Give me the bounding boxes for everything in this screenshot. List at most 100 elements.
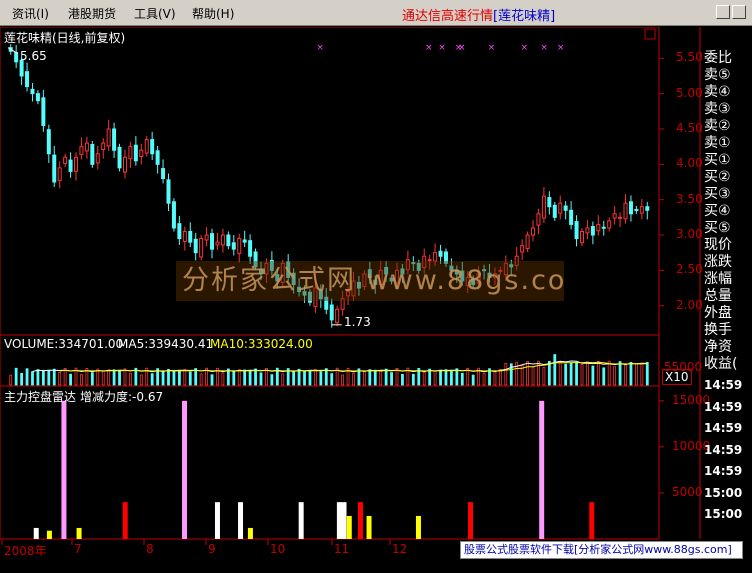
candle-body: [177, 223, 182, 240]
volume-bar: [308, 370, 312, 386]
candle-body: [607, 220, 612, 229]
volume-bar: [69, 373, 72, 386]
candle-body: [166, 179, 171, 204]
volume-bar: [58, 372, 62, 386]
quote-field-label: 收益(: [704, 356, 738, 372]
quote-field-label: 换手: [704, 322, 732, 338]
time-tick-label: 8: [146, 542, 154, 556]
candle-body: [144, 139, 149, 154]
signal-marker-icon: ×: [458, 43, 466, 53]
indicator-metric-label: 增减力度:-0.67: [80, 390, 164, 404]
candle-body: [35, 93, 40, 102]
tick-time: 14:59: [704, 378, 743, 392]
ma5-label: MA5:339430.41: [118, 337, 214, 351]
candle-body: [57, 167, 62, 182]
candle-body: [133, 144, 138, 162]
volume-bar: [232, 370, 236, 386]
volume-label: VOLUME:334701.00: [4, 337, 124, 351]
candle-body: [90, 144, 95, 165]
quote-field-label: 卖③: [704, 101, 731, 117]
tick-time: 15:00: [704, 485, 743, 500]
tick-time: 14:59: [704, 421, 743, 435]
signal-marker-icon: ×: [488, 43, 496, 53]
high-price-label: 5.65: [20, 49, 47, 63]
quote-panel: 委比 卖⑤ 卖④ 卖③ 卖② 卖① 买① 买② 买③ 买④ 买⑤ 现价 涨跌 涨幅 总量 外盘 换手 净资 收益( …: [704, 50, 752, 526]
candle-body: [628, 201, 633, 215]
signal-marker-icon: ×: [425, 43, 433, 53]
volume-bar: [411, 373, 415, 386]
volume-bar: [161, 371, 165, 386]
volume-bar: [292, 371, 296, 386]
volume-bar: [596, 360, 600, 386]
quote-field-label: 买②: [704, 169, 731, 185]
close-icon[interactable]: [732, 5, 746, 19]
volume-bar: [455, 368, 459, 386]
indicator-bar: [61, 400, 67, 539]
volume-bar: [586, 361, 589, 386]
candle-body: [335, 308, 340, 324]
volume-bar: [123, 368, 127, 386]
volume-bar: [634, 363, 638, 386]
volume-bar: [640, 363, 644, 386]
volume-bar: [422, 372, 426, 386]
volume-bar: [428, 368, 432, 386]
indicator-bar: [336, 502, 342, 539]
volume-bar: [569, 362, 573, 386]
indicator-bar: [122, 502, 128, 539]
menu-tools[interactable]: 工具(V): [134, 5, 176, 22]
candle-body: [68, 159, 73, 172]
candle-body: [563, 205, 568, 211]
candle-body: [645, 206, 650, 211]
candle-body: [531, 227, 536, 236]
candle-body: [242, 239, 247, 243]
indicator-bar: [366, 515, 372, 539]
indicator-bar: [238, 502, 244, 539]
indicator-bar: [298, 502, 304, 539]
indicator-bar: [182, 400, 188, 539]
menu-help[interactable]: 帮助(H): [192, 5, 234, 22]
stock-name-label: 莲花味精(日线,前复权): [4, 31, 126, 45]
quote-field-label: 涨幅: [704, 271, 732, 287]
candle-body: [220, 234, 225, 246]
minimize-icon[interactable]: [716, 5, 730, 19]
candle-body: [612, 213, 617, 219]
candle-body: [117, 146, 122, 169]
volume-bar: [384, 368, 388, 386]
volume-bar: [47, 370, 51, 386]
indicator-series: [33, 400, 595, 539]
volume-bar: [575, 362, 578, 386]
volume-bar: [624, 364, 627, 386]
quote-field-label: 净资: [704, 339, 732, 355]
volume-bar: [52, 368, 56, 386]
candle-body: [601, 226, 606, 229]
volume-bar: [542, 367, 546, 386]
menu-info[interactable]: 资讯(I): [12, 5, 49, 22]
volume-bar: [167, 369, 170, 386]
volume-bar: [112, 369, 116, 386]
volume-bar: [368, 369, 372, 386]
volume-bar: [14, 367, 18, 386]
tick-time: 14:59: [704, 399, 743, 414]
candle-body: [193, 238, 198, 254]
volume-bar: [564, 363, 568, 386]
candle-body: [46, 129, 51, 155]
indicator-bar: [341, 502, 347, 539]
price-tick-label: 2.50: [676, 262, 703, 277]
indicator-bar: [33, 527, 39, 539]
volume-bar: [183, 368, 187, 386]
volume-bar: [319, 371, 323, 386]
time-tick-label: 2008年: [4, 544, 47, 558]
indicator-bar: [346, 515, 352, 539]
volume-bar: [139, 374, 143, 386]
candle-body: [639, 206, 644, 214]
volume-bar: [118, 371, 121, 386]
volume-bar: [460, 372, 464, 386]
volume-bar: [25, 368, 29, 386]
candle-body: [248, 240, 253, 257]
volume-bar: [379, 370, 383, 386]
volume-bar: [444, 369, 448, 386]
ad-link[interactable]: 股票公式股票软件下载[分析家公式网www.88gs.com]: [460, 541, 743, 559]
menu-hk-futures[interactable]: 港股期货: [68, 5, 116, 22]
app-title: 通达信高速行情[莲花味精]: [402, 5, 555, 24]
signal-marker-icon: ×: [540, 43, 548, 53]
